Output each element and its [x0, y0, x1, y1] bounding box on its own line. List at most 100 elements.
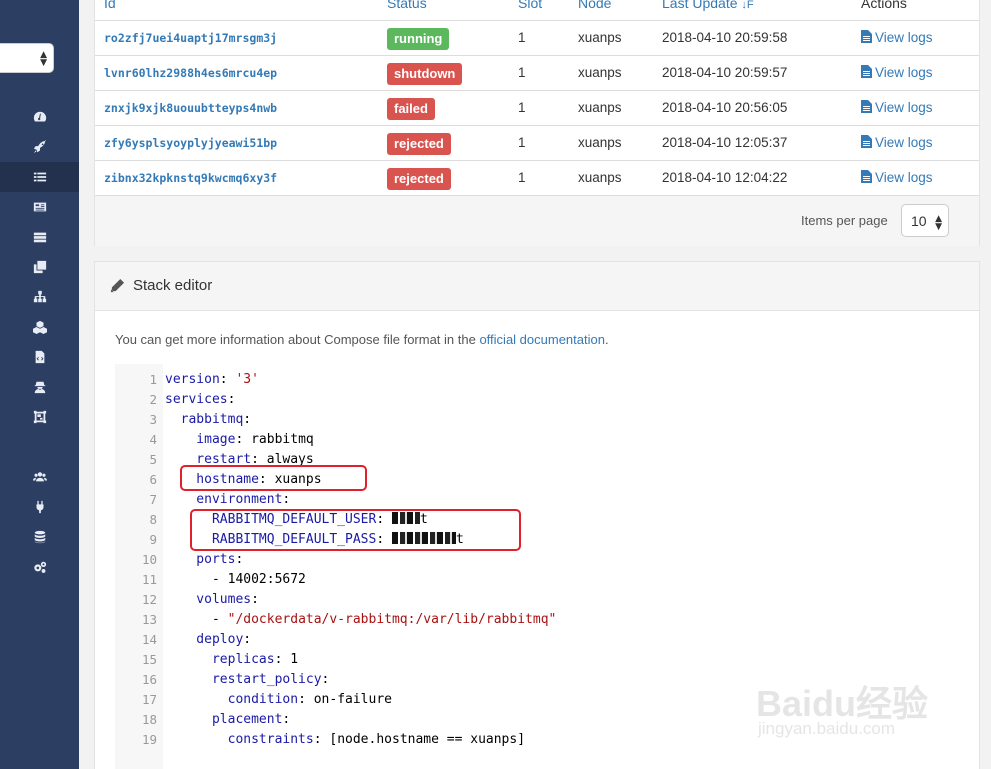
code-line: 7 environment: [115, 490, 965, 510]
pagination-footer: Items per page 10 ▲ ▼ [95, 196, 979, 246]
yaml-value: - 14002:5672 [165, 572, 306, 587]
table-row: zibnx32kpknstq9kwcmq6xy3f rejected 1 xua… [95, 161, 979, 196]
col-status-header[interactable]: Status [387, 0, 427, 11]
user-secret-icon [34, 381, 45, 394]
task-id-link[interactable]: lvnr60lhz2988h4es6mrcu4ep [104, 66, 277, 80]
line-number: 6 [149, 472, 157, 487]
task-slot: 1 [518, 170, 526, 185]
code-text: condition: on-failure [165, 692, 392, 707]
items-per-page-select[interactable]: 10 ▲ ▼ [901, 204, 949, 237]
view-logs-link[interactable]: View logs [861, 100, 933, 115]
line-number: 2 [149, 392, 157, 407]
yaml-key: environment [165, 492, 283, 507]
code-line: 2 services: [115, 390, 965, 410]
line-number: 1 [149, 372, 157, 387]
col-node-header[interactable]: Node [578, 0, 611, 11]
task-id-link[interactable]: znxjk9xjk8uouubtteyps4nwb [104, 101, 277, 115]
nav-secrets[interactable] [0, 372, 79, 402]
nav-swarm[interactable] [0, 402, 79, 432]
cubes-icon [32, 320, 47, 334]
view-logs-label: View logs [875, 135, 933, 150]
task-slot: 1 [518, 65, 526, 80]
col-last-update-header[interactable]: Last Update ↓F [662, 0, 754, 11]
object-group-icon [33, 410, 46, 424]
task-slot: 1 [518, 30, 526, 45]
task-slot: 1 [518, 100, 526, 115]
file-text-icon [861, 100, 872, 113]
col-id-header[interactable]: Id [104, 0, 116, 11]
info-suffix: . [604, 332, 609, 347]
yaml-key: deploy [165, 632, 244, 647]
code-text: constraints: [node.hostname == xuanps] [165, 732, 526, 747]
code-text: rabbitmq: [165, 412, 259, 427]
view-logs-label: View logs [875, 30, 933, 45]
tasks-table-header: Id Status Slot Node Last Update ↓F Actio… [95, 0, 979, 21]
code-line: 1 version: '3' [115, 370, 965, 390]
yaml-value: - "/dockerdata/v-rabbitmq:/var/lib/rabbi… [165, 612, 557, 627]
yaml-value: [node.hostname == xuanps] [329, 732, 526, 747]
code-text: replicas: 1 [165, 652, 299, 667]
line-number: 19 [141, 732, 157, 747]
yaml-key: version [165, 372, 220, 387]
view-logs-link[interactable]: View logs [861, 65, 933, 80]
yaml-key: condition [165, 692, 299, 707]
task-node: xuanps [578, 135, 622, 150]
nav-endpoints[interactable] [0, 492, 79, 522]
yaml-key: replicas [165, 652, 275, 667]
tasks-panel: Id Status Slot Node Last Update ↓F Actio… [94, 0, 980, 246]
plug-icon [35, 500, 44, 514]
col-last-update-label: Last Update [662, 0, 738, 11]
task-updated: 2018-04-10 20:59:57 [662, 65, 788, 80]
file-text-icon [861, 65, 872, 78]
nav-app-templates[interactable] [0, 132, 79, 162]
nav-configs[interactable] [0, 342, 79, 372]
yaml-key: services [165, 392, 228, 407]
view-logs-link[interactable]: View logs [861, 30, 933, 45]
line-number: 17 [141, 692, 157, 707]
yaml-key: rabbitmq [165, 412, 244, 427]
yaml-key: restart_policy [165, 672, 322, 687]
task-id-link[interactable]: zfy6ysplsyoyplyjyeawi51bp [104, 136, 277, 150]
view-logs-link[interactable]: View logs [861, 170, 933, 185]
task-updated: 2018-04-10 20:56:05 [662, 100, 788, 115]
nav-volumes[interactable] [0, 312, 79, 342]
nav-settings[interactable] [0, 552, 79, 582]
nav-registries[interactable] [0, 522, 79, 552]
task-id-link[interactable]: zibnx32kpknstq9kwcmq6xy3f [104, 171, 277, 185]
nav-services[interactable] [0, 192, 79, 222]
status-badge: rejected [387, 133, 451, 155]
yaml-value: rabbitmq [251, 432, 314, 447]
endpoint-select[interactable]: ▲ ▼ [0, 43, 54, 73]
baidu-watermark: Baidu经验 jingyan.baidu.com [756, 655, 956, 755]
line-number: 3 [149, 412, 157, 427]
info-prefix: You can get more information about Compo… [115, 332, 480, 347]
database-icon [34, 530, 45, 544]
highlight-hostname [180, 465, 367, 491]
view-logs-link[interactable]: View logs [861, 135, 933, 150]
col-actions-header: Actions [861, 0, 907, 11]
nav-dashboard[interactable] [0, 102, 79, 132]
col-slot-header[interactable]: Slot [518, 0, 542, 11]
task-node: xuanps [578, 30, 622, 45]
nav-users[interactable] [0, 462, 79, 492]
table-row: znxjk9xjk8uouubtteyps4nwb failed 1 xuanp… [95, 91, 979, 126]
select-caret-icon: ▲ ▼ [40, 50, 47, 68]
yaml-value: '3' [235, 372, 259, 387]
task-updated: 2018-04-10 12:05:37 [662, 135, 788, 150]
line-number: 13 [141, 612, 157, 627]
view-logs-label: View logs [875, 65, 933, 80]
items-per-page-label: Items per page [801, 213, 888, 228]
file-text-icon [861, 30, 872, 43]
highlight-credentials [190, 509, 521, 551]
nav-networks[interactable] [0, 282, 79, 312]
items-per-page-value: 10 [911, 213, 927, 229]
nav-containers[interactable] [0, 222, 79, 252]
view-logs-label: View logs [875, 100, 933, 115]
line-number: 12 [141, 592, 157, 607]
official-documentation-link[interactable]: official documentation [479, 332, 605, 347]
file-text-icon [861, 135, 872, 148]
nav-stacks[interactable] [0, 162, 79, 192]
task-node: xuanps [578, 65, 622, 80]
nav-images[interactable] [0, 252, 79, 282]
task-id-link[interactable]: ro2zfj7uei4uaptj17mrsgm3j [104, 31, 277, 45]
